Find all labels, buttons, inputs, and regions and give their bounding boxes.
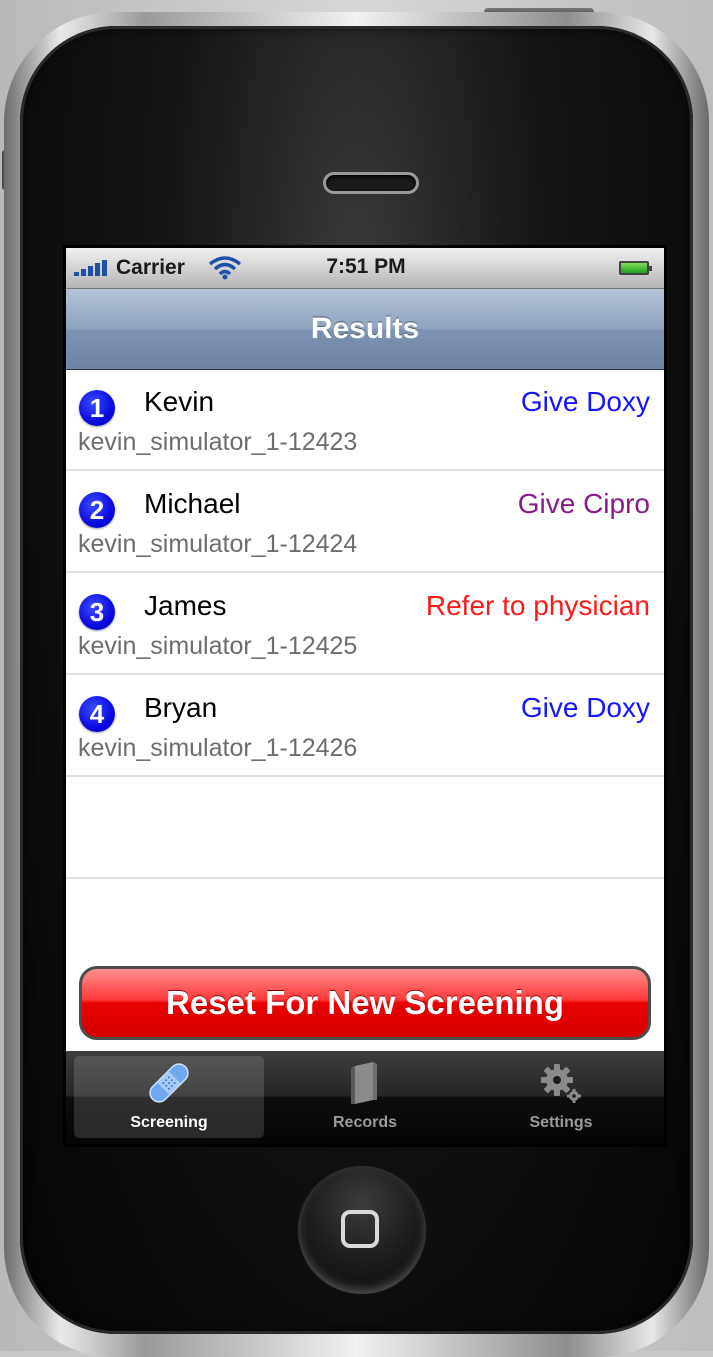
result-row[interactable]: 4 Bryan Give Doxy kevin_simulator_1-1242…: [66, 676, 664, 777]
recommended-action: Give Doxy: [520, 692, 650, 723]
patient-name: Michael: [144, 488, 241, 519]
recommended-action: Give Cipro: [517, 488, 650, 519]
reset-screening-button[interactable]: Reset For New Screening: [79, 966, 651, 1040]
record-id: kevin_simulator_1-12426: [78, 734, 358, 762]
result-row[interactable]: 1 Kevin Give Doxy kevin_simulator_1-1242…: [66, 370, 664, 471]
status-time: 7:51 PM: [326, 255, 406, 278]
number-badge: 4: [79, 696, 115, 732]
number-badge: 1: [79, 390, 115, 426]
recommended-action: Refer to physician: [425, 590, 650, 621]
patient-name: James: [144, 590, 227, 621]
navigation-bar: Results: [66, 289, 664, 370]
gear-icon: [541, 1064, 581, 1103]
tab-label: Records: [332, 1114, 398, 1131]
result-row[interactable]: 3 James Refer to physician kevin_simulat…: [66, 574, 664, 675]
tab-label: Settings: [529, 1114, 593, 1131]
result-row[interactable]: 2 Michael Give Cipro kevin_simulator_1-1…: [66, 472, 664, 573]
wifi-icon: [208, 256, 242, 280]
empty-row: [66, 778, 664, 879]
bandage-icon: [149, 1063, 189, 1103]
tab-settings[interactable]: Settings: [466, 1056, 656, 1138]
tab-records[interactable]: Records: [270, 1056, 460, 1138]
tab-bar: Screening Records Settings: [66, 1051, 664, 1144]
home-square-icon: [341, 1210, 379, 1248]
tab-label: Screening: [130, 1114, 208, 1131]
tab-screening[interactable]: Screening: [74, 1056, 264, 1138]
number-badge: 2: [79, 492, 115, 528]
battery-tip: [649, 266, 652, 271]
carrier-label: Carrier: [116, 256, 185, 279]
patient-name: Bryan: [144, 692, 218, 723]
record-id: kevin_simulator_1-12423: [78, 428, 358, 456]
number-badge: 3: [79, 594, 115, 630]
status-bar: Carrier 7:51 PM: [66, 248, 664, 289]
book-icon: [351, 1062, 377, 1104]
patient-name: Kevin: [144, 386, 215, 417]
battery-icon: [619, 261, 649, 275]
page-title: Results: [310, 312, 420, 345]
record-id: kevin_simulator_1-12425: [78, 632, 358, 660]
record-id: kevin_simulator_1-12424: [78, 530, 358, 558]
home-button[interactable]: [298, 1166, 426, 1294]
signal-strength-icon: [74, 260, 112, 276]
recommended-action: Give Doxy: [520, 386, 650, 417]
earpiece-speaker: [323, 172, 419, 194]
phone-screen: Carrier 7:51 PM Results 1 Kevin Give Dox…: [66, 248, 664, 1144]
